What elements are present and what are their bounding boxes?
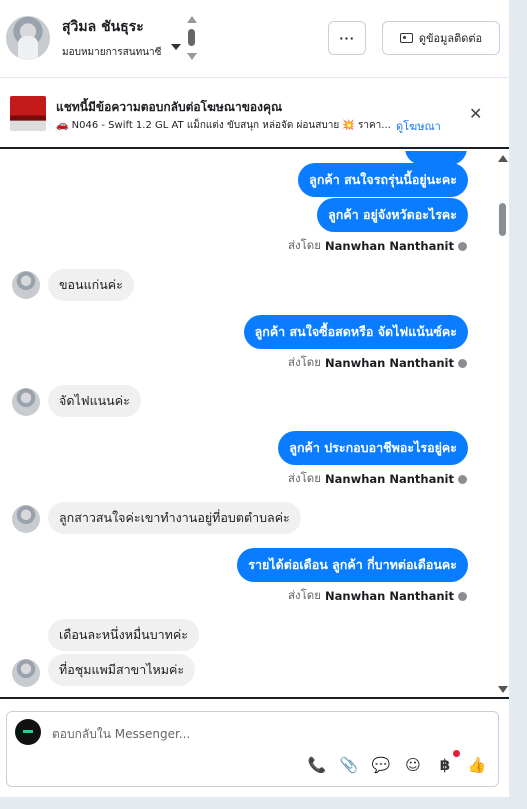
message-bubble-incoming: ขอนแก่นค่ะ [48,269,134,301]
reply-input[interactable]: ตอบกลับใน Messenger... 📞 📎 💬 ☺ ฿ 👍 [6,711,499,787]
message-bubble-incoming: ที่อชุมแพมีสาขาไหมค่ะ [48,654,196,686]
more-options-button[interactable]: ··· [328,21,366,55]
conversation-header: สุวิมล ชันธุระ มอบหมายการสนทนาซี ··· ดูข… [0,0,509,78]
contact-card-icon [399,33,413,43]
sent-by-label: ส่งโดย Nanwhan Nanthanit [288,237,467,255]
contact-name[interactable]: สุวิมล ชันธุระ [62,16,144,38]
nav-handle [188,29,195,46]
info-icon[interactable] [458,241,467,251]
nav-up-icon[interactable] [187,16,197,23]
ad-reply-banner: แชทนี้มีข้อความตอบกลับต่อโฆษณาของคุณ 🚗 N… [0,79,509,149]
message-list[interactable]: ลูกค้า สนใจรถรุ่นนี้อยู่นะคะ ลูกค้า อยู่… [0,151,509,696]
sender-name: Nanwhan Nanthanit [325,589,454,603]
sent-by-label: ส่งโดย Nanwhan Nanthanit [288,470,467,488]
contact-avatar[interactable] [6,16,50,60]
message-bubble-incoming: จัดไฟแนนค่ะ [48,385,141,417]
attach-icon[interactable]: 📎 [339,755,359,775]
ad-banner-text: 🚗 N046 - Swift 1.2 GL AT แม็กแต่ง ขับสนุ… [56,120,391,131]
notification-dot [453,750,460,757]
message-bubble-outgoing: รายได้ต่อเดือน ลูกค้า กี่บาทต่อเดือนคะ [237,548,468,582]
assign-conversation-label[interactable]: มอบหมายการสนทนาซี [62,45,161,60]
message-bubble-incoming: เดือนละหนึ่งหมื่นบาทค่ะ [48,619,199,651]
sent-by-label: ส่งโดย Nanwhan Nanthanit [288,354,467,372]
contact-avatar-small[interactable] [12,271,40,299]
contact-avatar-small[interactable] [12,388,40,416]
scroll-thumb[interactable] [499,203,506,236]
contact-avatar-small[interactable] [12,659,40,687]
message-bubble-outgoing: ลูกค้า ประกอบอาชีพอะไรอยู่คะ [278,431,468,465]
sender-name: Nanwhan Nanthanit [325,472,454,486]
sender-name: Nanwhan Nanthanit [325,239,454,253]
contact-avatar-small[interactable] [12,505,40,533]
ad-thumbnail[interactable] [10,96,46,131]
sent-by-prefix: ส่งโดย [287,588,322,602]
scroll-down-icon[interactable] [498,686,508,693]
conversation-panel: สุวิมล ชันธุระ มอบหมายการสนทนาซี ··· ดูข… [0,0,509,797]
sender-name: Nanwhan Nanthanit [325,356,454,370]
like-icon[interactable]: 👍 [467,755,487,775]
call-icon[interactable]: 📞 [307,755,327,775]
page-edge-bottom [0,797,527,809]
composer: ตอบกลับใน Messenger... 📞 📎 💬 ☺ ฿ 👍 [0,697,509,797]
info-icon[interactable] [458,591,467,601]
close-icon[interactable]: ✕ [469,104,482,123]
view-contact-label: ดูข้อมูลติดต่อ [418,32,483,45]
sent-by-label: ส่งโดย Nanwhan Nanthanit [288,587,467,605]
message-scrollbar[interactable] [496,151,508,696]
page-edge [509,0,527,809]
conversation-nav-control[interactable] [186,16,198,62]
message-bubble-outgoing: ลูกค้า อยู่จังหวัดอะไรคะ [317,198,468,232]
ad-banner-title: แชทนี้มีข้อความตอบกลับต่อโฆษณาของคุณ [56,100,283,114]
message-bubble-outgoing: ลูกค้า สนใจซื้อสดหรือ จัดไฟแน้นซ์คะ [243,315,468,349]
sent-by-prefix: ส่งโดย [287,355,322,369]
chat-icon[interactable]: 💬 [371,755,391,775]
page-avatar [15,719,41,745]
reply-placeholder: ตอบกลับใน Messenger... [52,727,191,741]
emoji-icon[interactable]: ☺ [403,755,423,775]
payment-icon[interactable]: ฿ [435,755,455,775]
message-bubble-incoming: ลูกสาวสนใจค่ะเขาทำงานอยู่ที่อบตตำบลค่ะ [48,502,301,534]
view-ad-link[interactable]: ดูโฆษณา [396,117,441,135]
info-icon[interactable] [458,474,467,484]
nav-down-icon[interactable] [187,53,197,60]
assign-dropdown-icon[interactable] [171,44,181,50]
message-bubble-outgoing: ลูกค้า สนใจรถรุ่นนี้อยู่นะคะ [298,163,468,197]
sent-by-prefix: ส่งโดย [287,471,322,485]
sent-by-prefix: ส่งโดย [287,238,322,252]
view-contact-button[interactable]: ดูข้อมูลติดต่อ [382,21,500,55]
scroll-up-icon[interactable] [498,155,508,162]
info-icon[interactable] [458,358,467,368]
